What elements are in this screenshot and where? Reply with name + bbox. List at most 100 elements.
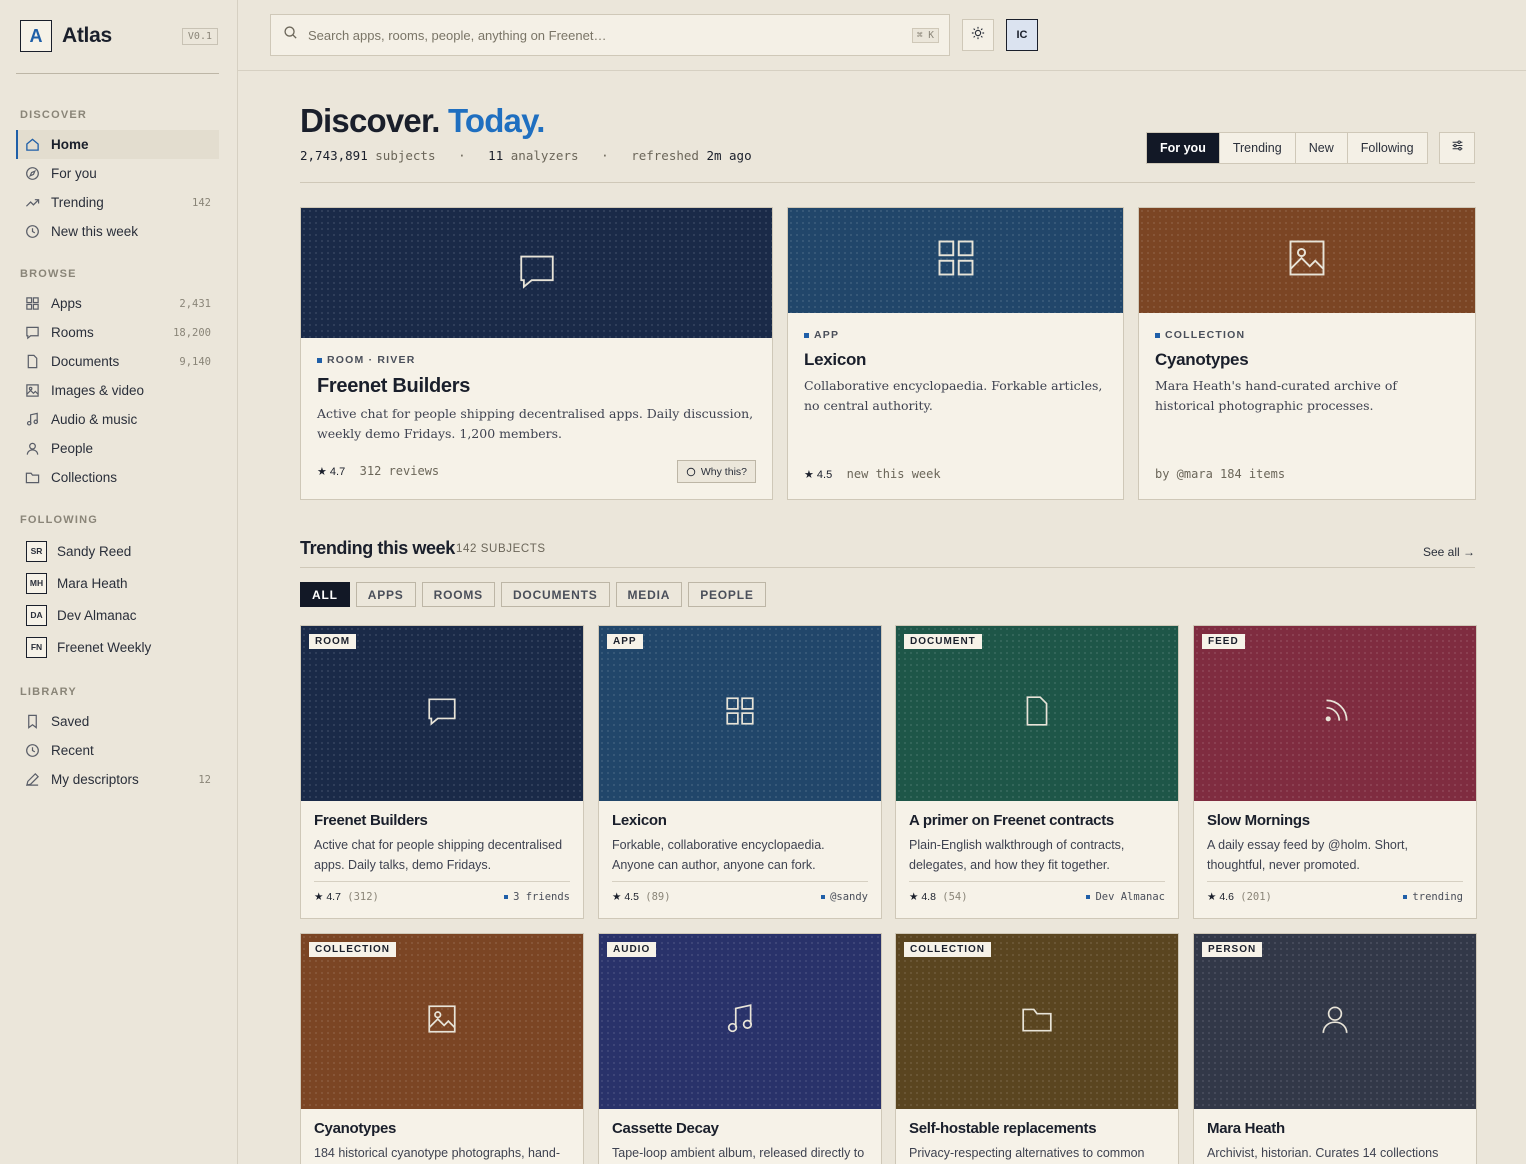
trending-card[interactable]: COLLECTION Self-hostable replacements Pr… bbox=[895, 933, 1179, 1164]
brand-logo: A bbox=[20, 20, 52, 52]
sidebar-item-people[interactable]: People bbox=[16, 434, 219, 463]
sidebar-item-label: Home bbox=[51, 137, 89, 152]
why-this-button[interactable]: Why this? bbox=[676, 460, 756, 483]
search-input[interactable] bbox=[308, 27, 888, 43]
card-title: A primer on Freenet contracts bbox=[909, 812, 1114, 829]
refreshed-time: 2m ago bbox=[706, 148, 752, 163]
card-title: Lexicon bbox=[804, 350, 867, 369]
image-icon bbox=[425, 1002, 459, 1041]
trending-card[interactable]: DOCUMENT A primer on Freenet contracts P… bbox=[895, 625, 1179, 919]
sidebar-item-for-you[interactable]: For you bbox=[16, 159, 219, 188]
trending-card[interactable]: COLLECTION Cyanotypes 184 historical cya… bbox=[300, 933, 584, 1164]
card-title: Cassette Decay bbox=[612, 1120, 719, 1137]
trending-card[interactable]: FEED Slow Mornings A daily essay feed by… bbox=[1193, 625, 1477, 919]
trend-icon bbox=[24, 195, 40, 211]
divider bbox=[16, 73, 219, 74]
sidebar-item-images-video[interactable]: Images & video bbox=[16, 376, 219, 405]
card-description: Tape-loop ambient album, released direct… bbox=[612, 1146, 865, 1160]
title-text: Discover. bbox=[300, 102, 440, 139]
rss-icon bbox=[1318, 694, 1352, 733]
card-meta: by @mara 184 items bbox=[1155, 467, 1286, 481]
card-meta: ★ 4.5 new this week bbox=[804, 467, 941, 481]
search-bar[interactable]: ⌘ K bbox=[270, 14, 950, 56]
image-icon bbox=[24, 383, 40, 399]
sidebar-item-rooms[interactable]: Rooms 18,200 bbox=[16, 318, 219, 347]
trending-card[interactable]: ROOM Freenet Builders Active chat for pe… bbox=[300, 625, 584, 919]
chip-rooms[interactable]: ROOMS bbox=[421, 582, 495, 607]
sidebar-item-label: Rooms bbox=[51, 325, 94, 340]
tab-for-you[interactable]: For you bbox=[1147, 133, 1220, 163]
chip-all[interactable]: ALL bbox=[300, 582, 350, 607]
featured-card-freenet-builders[interactable]: ROOM · RIVER Freenet Builders Active cha… bbox=[300, 207, 773, 500]
sidebar-item-new-this-week[interactable]: New this week bbox=[16, 217, 219, 246]
chip-media[interactable]: MEDIA bbox=[615, 582, 683, 607]
trending-card[interactable]: APP Lexicon Forkable, collaborative ency… bbox=[598, 625, 882, 919]
following-item-mara-heath[interactable]: MH Mara Heath bbox=[26, 567, 238, 599]
rating: ★ 4.5 bbox=[804, 469, 833, 481]
trending-card[interactable]: AUDIO Cassette Decay Tape-loop ambient a… bbox=[598, 933, 882, 1164]
rating: ★ 4.7 bbox=[317, 466, 346, 478]
featured-card-cyanotypes[interactable]: COLLECTION Cyanotypes Mara Heath's hand-… bbox=[1138, 207, 1476, 500]
sidebar-item-home[interactable]: Home bbox=[16, 130, 219, 159]
chat-icon bbox=[425, 694, 459, 733]
title-accent: Today. bbox=[447, 102, 545, 139]
sidebar-item-audio-music[interactable]: Audio & music bbox=[16, 405, 219, 434]
tab-following[interactable]: Following bbox=[1348, 133, 1427, 163]
sidebar-item-recent[interactable]: Recent bbox=[16, 736, 219, 765]
filter-button[interactable] bbox=[1439, 132, 1475, 164]
brand[interactable]: A Atlas V0.1 bbox=[20, 20, 218, 52]
chip-apps[interactable]: APPS bbox=[355, 582, 416, 607]
type-badge: ROOM bbox=[309, 634, 357, 649]
sidebar-item-documents[interactable]: Documents 9,140 bbox=[16, 347, 219, 376]
sidebar: A Atlas V0.1 DISCOVER Home For you Trend… bbox=[0, 0, 238, 1164]
analyzers-count: 11 bbox=[488, 148, 504, 163]
divider bbox=[300, 182, 1475, 183]
music-icon bbox=[24, 412, 40, 428]
see-all-link[interactable]: See all → bbox=[1423, 545, 1475, 559]
card-cover bbox=[788, 208, 1123, 313]
type-badge: APP bbox=[607, 634, 643, 649]
filter-chips: ALL APPS ROOMS DOCUMENTS MEDIA PEOPLE bbox=[300, 582, 772, 607]
following-item-freenet-weekly[interactable]: FN Freenet Weekly bbox=[26, 631, 238, 663]
sidebar-item-label: Saved bbox=[51, 714, 90, 729]
trending-card[interactable]: PERSON Mara Heath Archivist, historian. … bbox=[1193, 933, 1477, 1164]
rating: ★ 4.7 bbox=[314, 891, 341, 903]
card-cover: PERSON bbox=[1194, 934, 1476, 1109]
why-this-label: Why this? bbox=[700, 465, 747, 478]
user-avatar-button[interactable]: IC bbox=[1006, 19, 1038, 51]
separator: · bbox=[458, 148, 466, 163]
review-count: (201) bbox=[1240, 891, 1272, 903]
card-description: Active chat for people shipping decentra… bbox=[314, 838, 563, 872]
following-item-dev-almanac[interactable]: DA Dev Almanac bbox=[26, 599, 238, 631]
sidebar-item-my-descriptors[interactable]: My descriptors 12 bbox=[16, 765, 219, 794]
card-description: Collaborative encyclopaedia. Forkable ar… bbox=[804, 378, 1103, 413]
card-cover: APP bbox=[599, 626, 881, 801]
card-title: Mara Heath bbox=[1207, 1120, 1285, 1137]
sidebar-item-label: Recent bbox=[51, 743, 94, 758]
featured-card-lexicon[interactable]: APP Lexicon Collaborative encyclopaedia.… bbox=[787, 207, 1124, 500]
sidebar-item-collections[interactable]: Collections bbox=[16, 463, 219, 492]
sidebar-item-label: Trending bbox=[51, 195, 104, 210]
card-footer: ★ 4.8 (54) Dev Almanac bbox=[909, 881, 1165, 903]
following-name: Mara Heath bbox=[57, 575, 128, 591]
chip-documents[interactable]: DOCUMENTS bbox=[500, 582, 610, 607]
info-icon bbox=[686, 467, 696, 477]
following-name: Dev Almanac bbox=[57, 607, 137, 623]
type-badge: COLLECTION bbox=[904, 942, 991, 957]
tab-trending[interactable]: Trending bbox=[1220, 133, 1296, 163]
card-kind: COLLECTION bbox=[1155, 329, 1245, 341]
following-item-sandy-reed[interactable]: SR Sandy Reed bbox=[26, 535, 238, 567]
sidebar-item-apps[interactable]: Apps 2,431 bbox=[16, 289, 219, 318]
type-badge: DOCUMENT bbox=[904, 634, 982, 649]
version-badge: V0.1 bbox=[181, 27, 218, 45]
theme-toggle-button[interactable] bbox=[962, 19, 994, 51]
section-heading: DISCOVER bbox=[20, 109, 88, 121]
subjects-label: subjects bbox=[375, 148, 436, 163]
avatar: SR bbox=[26, 540, 47, 562]
sidebar-item-saved[interactable]: Saved bbox=[16, 707, 219, 736]
folder-icon bbox=[1020, 1002, 1054, 1041]
sidebar-item-trending[interactable]: Trending 142 bbox=[16, 188, 219, 217]
tab-new[interactable]: New bbox=[1296, 133, 1348, 163]
grid-icon bbox=[723, 694, 757, 733]
chip-people[interactable]: PEOPLE bbox=[688, 582, 766, 607]
